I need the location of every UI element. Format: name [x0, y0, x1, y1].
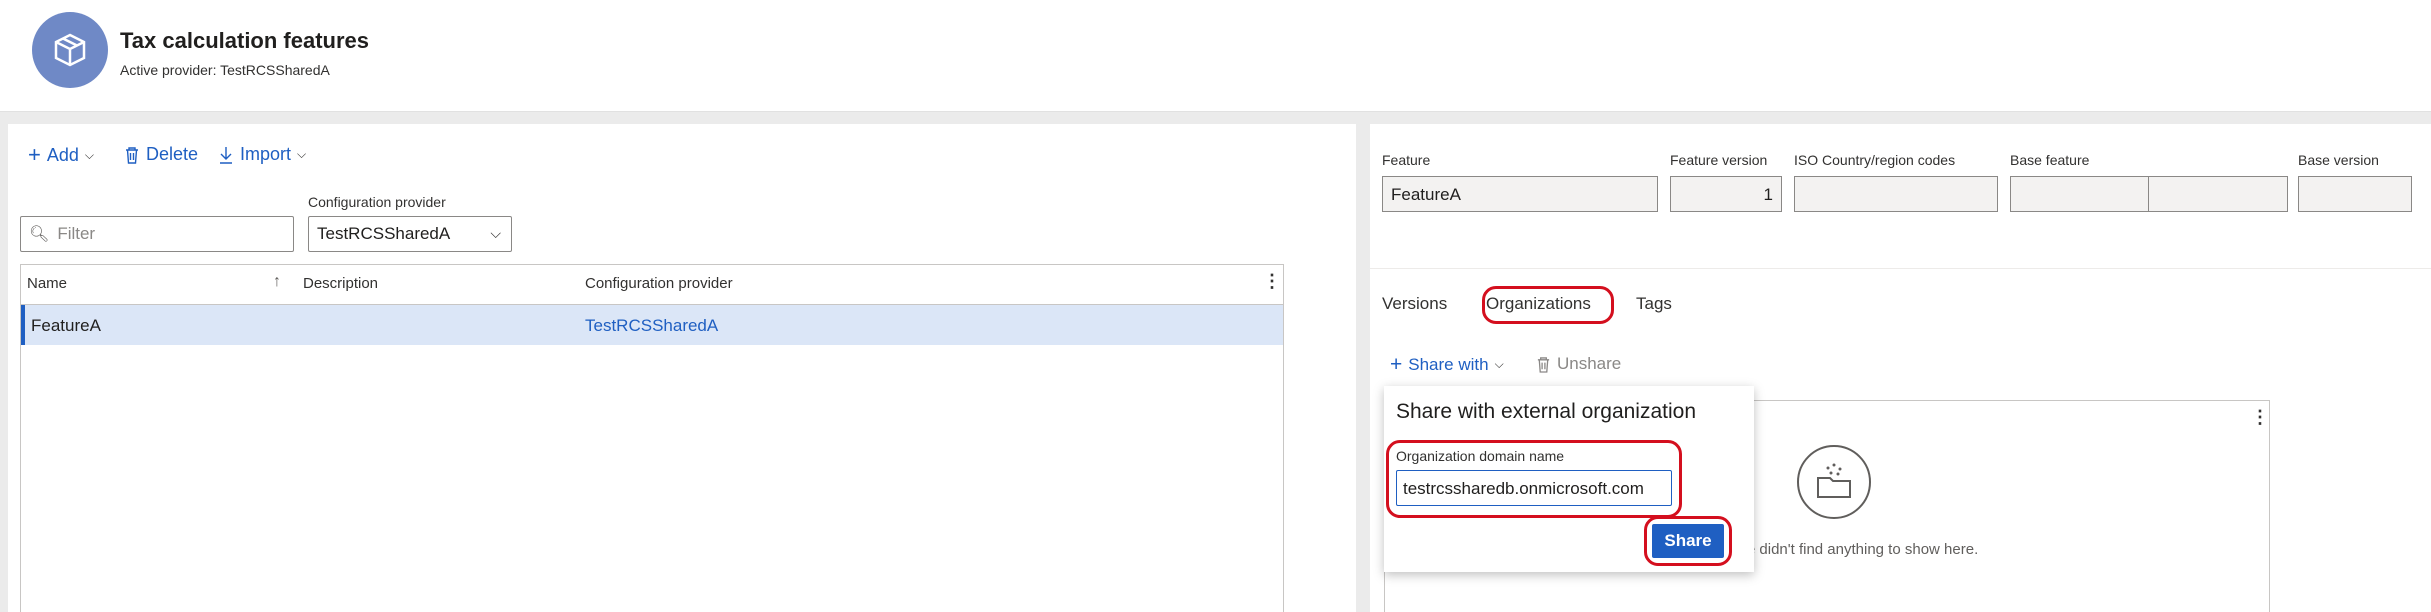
trash-icon: [126, 146, 138, 164]
empty-state-text: We didn't find anything to show here.: [1733, 541, 1979, 558]
highlight-organizations-tab: [1482, 286, 1614, 324]
empty-folder-icon: [1797, 445, 1871, 519]
more-options-icon[interactable]: ⋮: [1263, 271, 1281, 292]
table-row[interactable]: FeatureA TestRCSSharedA: [21, 305, 1283, 345]
grid-header: Name ↑ Description Configuration provide…: [21, 265, 1283, 305]
tab-tags[interactable]: Tags: [1636, 294, 1672, 314]
config-provider-label: Configuration provider: [308, 194, 446, 210]
column-header-description[interactable]: Description: [303, 275, 378, 292]
share-with-label: Share with: [1408, 354, 1489, 374]
highlight-share-button: [1644, 516, 1732, 566]
chevron-down-icon: ⌵: [84, 147, 94, 162]
base-feature-field[interactable]: [2010, 176, 2150, 212]
add-button[interactable]: + Add ⌵: [28, 144, 94, 166]
unshare-label: Unshare: [1557, 354, 1622, 373]
feature-version-field[interactable]: 1: [1670, 176, 1782, 212]
config-provider-value: TestRCSSharedA: [317, 224, 451, 243]
tab-versions[interactable]: Versions: [1382, 294, 1447, 314]
plus-icon: +: [1390, 353, 1403, 376]
filter-placeholder: Filter: [57, 224, 96, 243]
page-title: Tax calculation features: [120, 28, 370, 53]
page-header: Tax calculation features Active provider…: [0, 0, 2431, 112]
row-provider-link[interactable]: TestRCSSharedA: [585, 316, 718, 336]
import-button[interactable]: Import ⌵: [218, 144, 306, 165]
feature-details-panel: Feature FeatureA Feature version 1 ISO C…: [1370, 124, 2431, 612]
feature-field[interactable]: FeatureA: [1382, 176, 1658, 212]
column-header-name[interactable]: Name: [27, 275, 67, 292]
base-feature-label: Base feature: [2010, 152, 2090, 168]
chevron-down-icon: ⌵: [1494, 357, 1504, 371]
chevron-down-icon: ⌵: [297, 147, 307, 161]
share-with-button[interactable]: + Share with ⌵: [1390, 354, 1504, 375]
page-subtitle: Active provider: TestRCSSharedA: [120, 62, 330, 78]
features-grid: Name ↑ Description Configuration provide…: [20, 264, 1284, 612]
features-list-panel: + Add ⌵ Delete Import ⌵ 🔍︎ Filter Config…: [8, 124, 1356, 612]
delete-label: Delete: [146, 144, 199, 164]
highlight-domain-field: [1386, 440, 1682, 518]
divider: [1370, 268, 2431, 269]
config-provider-select[interactable]: TestRCSSharedA ⌵: [308, 216, 512, 252]
trash-icon: [1537, 356, 1550, 373]
row-name: FeatureA: [31, 316, 101, 335]
filter-input[interactable]: 🔍︎ Filter: [20, 216, 294, 252]
search-icon: 🔍︎: [29, 226, 50, 243]
base-version-label: Base version: [2298, 152, 2379, 168]
add-label: Add: [46, 144, 79, 165]
share-popup: Share with external organization Organiz…: [1384, 386, 1754, 572]
iso-codes-label: ISO Country/region codes: [1794, 152, 1956, 168]
base-version-field[interactable]: [2298, 176, 2412, 212]
feature-version-label: Feature version: [1670, 152, 1768, 168]
column-header-provider[interactable]: Configuration provider: [585, 275, 733, 292]
download-icon: [220, 146, 232, 164]
box-icon: [32, 12, 108, 88]
import-label: Import: [240, 144, 292, 164]
iso-codes-field[interactable]: [1794, 176, 1998, 212]
chevron-down-icon: ⌵: [490, 225, 501, 241]
more-options-icon[interactable]: ⋮: [2251, 407, 2269, 428]
sort-ascending-icon[interactable]: ↑: [273, 273, 281, 291]
feature-label: Feature: [1382, 152, 1431, 168]
delete-button[interactable]: Delete: [124, 144, 198, 165]
unshare-button[interactable]: Unshare: [1536, 354, 1621, 374]
base-feature-field-2[interactable]: [2148, 176, 2288, 212]
plus-icon: +: [28, 142, 41, 167]
popup-title: Share with external organization: [1396, 400, 1697, 423]
